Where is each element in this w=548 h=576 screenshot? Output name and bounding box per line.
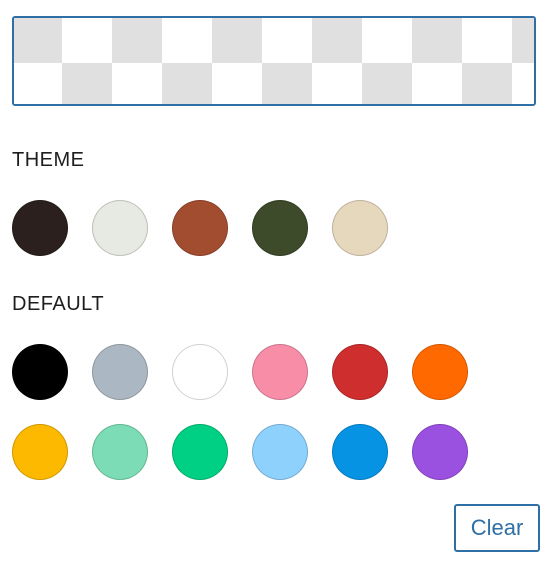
default-swatch-white[interactable] (172, 344, 228, 400)
default-swatch-luminous-vivid-amber[interactable] (12, 424, 68, 480)
color-preview[interactable] (12, 16, 536, 106)
theme-swatch-off-white[interactable] (92, 200, 148, 256)
default-swatch-vivid-cyan-blue[interactable] (332, 424, 388, 480)
default-swatch-vivid-red[interactable] (332, 344, 388, 400)
section-label-default: DEFAULT (12, 293, 105, 315)
transparent-checkerboard (14, 18, 534, 104)
theme-swatch-dark-brown[interactable] (12, 200, 68, 256)
theme-swatch-dark-green[interactable] (252, 200, 308, 256)
clear-button[interactable]: Clear (454, 504, 540, 552)
section-label-theme: THEME (12, 149, 85, 171)
default-swatches-row-2 (12, 424, 468, 480)
theme-swatch-beige[interactable] (332, 200, 388, 256)
default-swatch-light-green-cyan[interactable] (92, 424, 148, 480)
default-swatch-cyan-bluish-gray[interactable] (92, 344, 148, 400)
theme-swatch-rust[interactable] (172, 200, 228, 256)
default-swatch-pale-pink[interactable] (252, 344, 308, 400)
default-swatch-vivid-purple[interactable] (412, 424, 468, 480)
default-swatch-luminous-vivid-orange[interactable] (412, 344, 468, 400)
default-swatches-row-1 (12, 344, 468, 400)
default-swatch-pale-cyan-blue[interactable] (252, 424, 308, 480)
theme-swatches (12, 200, 388, 256)
default-swatch-black[interactable] (12, 344, 68, 400)
default-swatch-vivid-green-cyan[interactable] (172, 424, 228, 480)
